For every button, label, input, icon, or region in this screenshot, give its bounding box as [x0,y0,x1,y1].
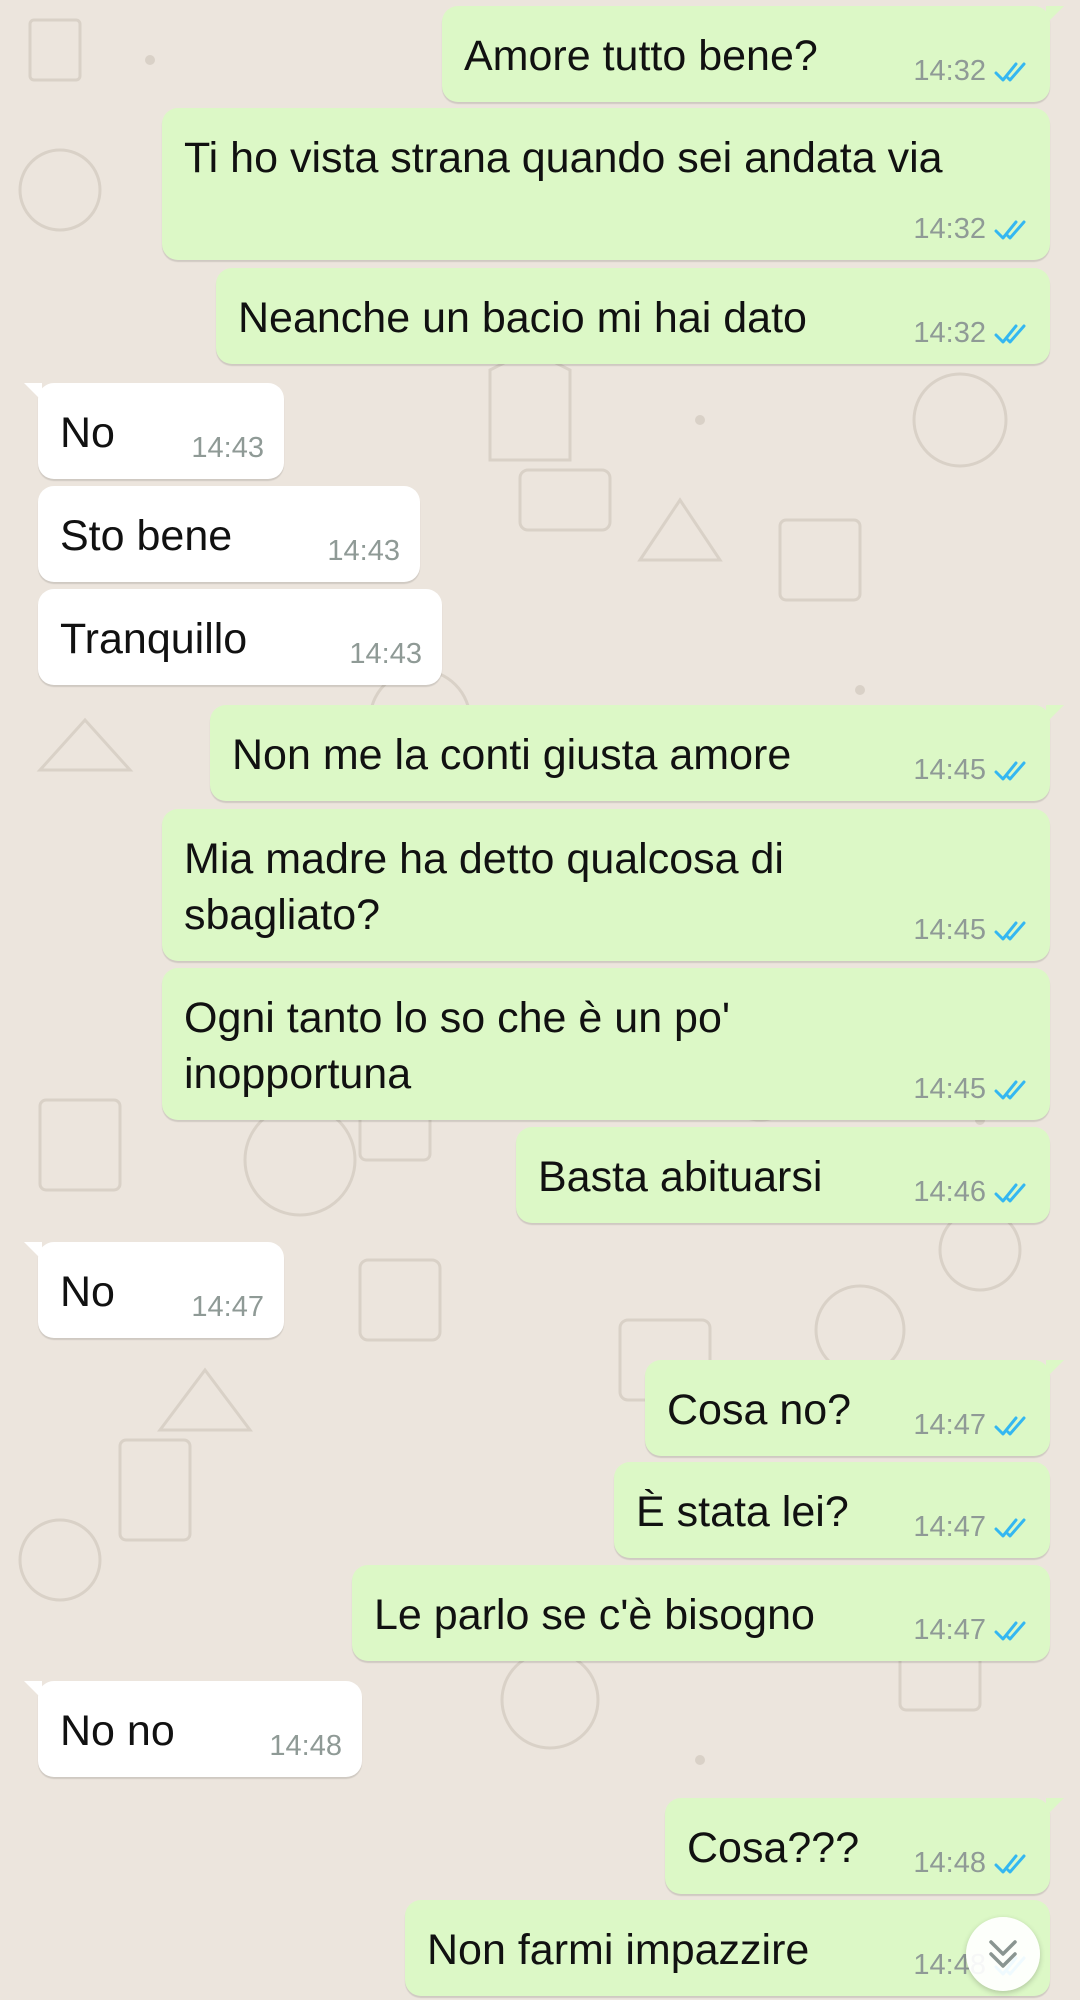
message-timestamp: 14:47 [913,1409,986,1441]
message-meta: 14:48 [269,1730,342,1763]
message-meta: 14:43 [327,535,400,568]
double-check-icon [994,62,1026,81]
double-check-icon [994,324,1026,343]
message-timestamp: 14:43 [349,638,422,670]
incoming-message-bubble[interactable]: No no 14:48 [24,1681,362,1777]
message-meta: 14:45 [913,914,1032,947]
read-receipt [994,1413,1032,1439]
read-receipt [994,1618,1032,1644]
message-timestamp: 14:32 [913,55,986,87]
outgoing-message-bubble[interactable]: Le parlo se c'è bisogno 14:47 [352,1565,1050,1661]
double-check-icon [994,1416,1026,1435]
scroll-to-bottom-button[interactable] [966,1917,1040,1991]
outgoing-message-bubble[interactable]: Amore tutto bene? 14:32 [442,6,1064,102]
message-timestamp: 14:48 [913,1847,986,1879]
incoming-message-bubble[interactable]: Tranquillo 14:43 [38,589,442,685]
message-text: Non me la conti giusta amore [232,731,792,779]
message-timestamp: 14:45 [913,1073,986,1105]
message-timestamp: 14:47 [913,1511,986,1543]
read-receipt [994,321,1032,347]
outgoing-message-bubble[interactable]: Non farmi impazzire 14:48 [405,1900,1050,1996]
message-meta: 14:47 [913,1409,1032,1442]
incoming-message-bubble[interactable]: No 14:43 [24,383,284,479]
message-timestamp: 14:46 [913,1176,986,1208]
read-receipt [994,758,1032,784]
message-timestamp: 14:45 [913,914,986,946]
outgoing-message-bubble[interactable]: Non me la conti giusta amore 14:45 [210,705,1064,801]
incoming-message-bubble[interactable]: Sto bene 14:43 [38,486,420,582]
double-check-icon [994,220,1026,239]
read-receipt [994,1180,1032,1206]
message-text: Mia madre ha detto qualcosa di sbagliato… [184,835,784,939]
outgoing-message-bubble[interactable]: Ti ho vista strana quando sei andata via… [162,108,1050,260]
read-receipt [994,1515,1032,1541]
message-timestamp: 14:43 [327,535,400,567]
message-timestamp: 14:48 [269,1730,342,1762]
message-meta: 14:32 [913,55,1032,88]
outgoing-message-bubble[interactable]: Basta abituarsi 14:46 [516,1127,1050,1223]
message-meta: 14:47 [191,1291,264,1324]
message-meta: 14:45 [913,754,1032,787]
outgoing-message-bubble[interactable]: Neanche un bacio mi hai dato 14:32 [216,268,1050,364]
read-receipt [994,918,1032,944]
message-timestamp: 14:47 [913,1614,986,1646]
message-meta: 14:47 [913,1614,1032,1647]
double-check-icon [994,761,1026,780]
chevron-double-down-icon [989,1940,1017,1968]
message-meta: 14:43 [349,638,422,671]
message-text: Ogni tanto lo so che è un po' inopportun… [184,994,731,1098]
read-receipt [994,1077,1032,1103]
read-receipt [994,217,1032,243]
incoming-message-bubble[interactable]: No 14:47 [24,1242,284,1338]
message-timestamp: 14:45 [913,754,986,786]
double-check-icon [994,1621,1026,1640]
message-timestamp: 14:32 [913,213,986,245]
message-meta: 14:43 [191,432,264,465]
message-text: Ti ho vista strana quando sei andata via [184,134,943,182]
double-check-icon [994,921,1026,940]
message-text: Neanche un bacio mi hai dato [238,294,807,342]
outgoing-message-bubble[interactable]: È stata lei? 14:47 [614,1462,1050,1558]
outgoing-message-bubble[interactable]: Ogni tanto lo so che è un po' inopportun… [162,968,1050,1120]
double-check-icon [994,1183,1026,1202]
message-meta: 14:32 [913,317,1032,350]
message-timestamp: 14:32 [913,317,986,349]
chat-message-list: Amore tutto bene? 14:32 Ti ho vista strana… [0,0,1080,2000]
message-meta: 14:45 [913,1073,1032,1106]
double-check-icon [994,1080,1026,1099]
message-timestamp: 14:47 [191,1291,264,1323]
outgoing-message-bubble[interactable]: Cosa no? 14:47 [645,1360,1064,1456]
read-receipt [994,59,1032,85]
message-meta: 14:46 [913,1176,1032,1209]
message-meta: 14:47 [913,1511,1032,1544]
outgoing-message-bubble[interactable]: Cosa??? 14:48 [665,1798,1064,1894]
message-meta: 14:32 [913,213,1032,246]
outgoing-message-bubble[interactable]: Mia madre ha detto qualcosa di sbagliato… [162,809,1050,961]
message-meta: 14:48 [913,1847,1032,1880]
message-timestamp: 14:43 [191,432,264,464]
double-check-icon [994,1854,1026,1873]
double-check-icon [994,1518,1026,1537]
read-receipt [994,1851,1032,1877]
